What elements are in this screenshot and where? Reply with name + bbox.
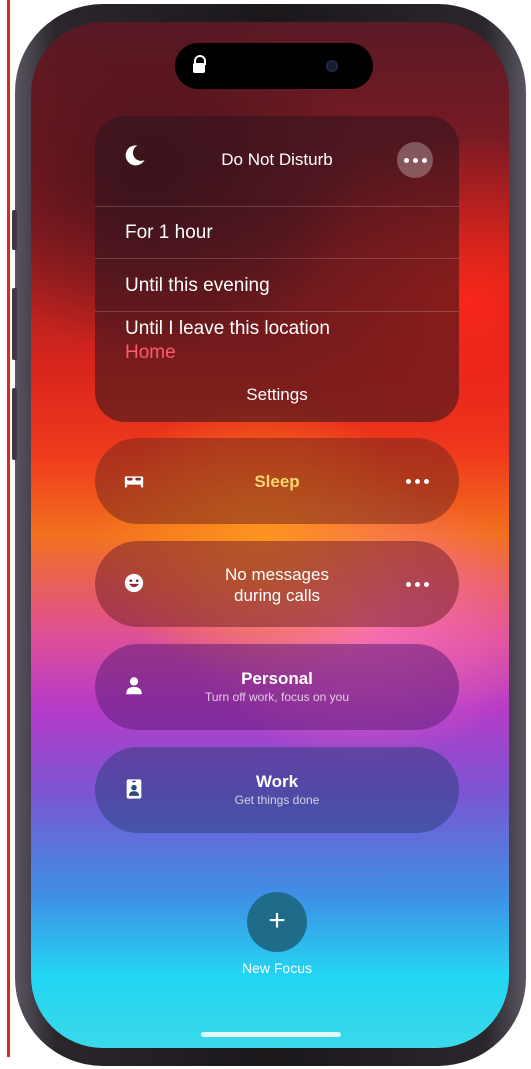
focus-no-messages[interactable]: No messages during calls [95, 541, 459, 627]
volume-down-button [12, 388, 17, 460]
no-messages-more-button[interactable] [399, 566, 435, 602]
option-label: Until I leave this location [125, 318, 330, 339]
option-until-leave-location[interactable]: Until I leave this location Home [95, 311, 459, 372]
option-label: For 1 hour [125, 222, 213, 243]
settings-link[interactable]: Settings [95, 385, 459, 405]
focus-personal-subtitle: Turn off work, focus on you [204, 690, 350, 704]
location-label: Home [125, 342, 176, 363]
focus-work-title: Work [255, 772, 299, 791]
front-camera [326, 60, 338, 72]
dynamic-island [175, 43, 373, 89]
do-not-disturb-header[interactable]: Do Not Disturb [95, 116, 459, 206]
screen: Do Not Disturb For 1 hour Until this eve… [31, 22, 509, 1048]
option-for-1-hour[interactable]: For 1 hour [95, 206, 459, 259]
action-button [12, 210, 17, 250]
new-focus-label: New Focus [241, 960, 313, 976]
option-until-this-evening[interactable]: Until this evening [95, 258, 459, 312]
left-edge-line [7, 0, 10, 1057]
new-focus-button[interactable]: + [247, 892, 307, 952]
option-label: Until this evening [125, 275, 270, 296]
focus-work[interactable]: Work Get things done [95, 747, 459, 833]
do-not-disturb-card: Do Not Disturb For 1 hour Until this eve… [95, 116, 459, 422]
sleep-more-button[interactable] [399, 463, 435, 499]
focus-work-subtitle: Get things done [234, 793, 320, 807]
focus-sleep[interactable]: Sleep [95, 438, 459, 524]
lock-icon [193, 55, 206, 75]
plus-icon: + [268, 904, 286, 937]
volume-up-button [12, 288, 17, 360]
focus-personal-title: Personal [241, 669, 313, 688]
ellipsis-icon [397, 142, 433, 178]
focus-personal[interactable]: Personal Turn off work, focus on you [95, 644, 459, 730]
home-indicator[interactable] [201, 1032, 341, 1037]
do-not-disturb-more-button[interactable] [397, 142, 433, 178]
